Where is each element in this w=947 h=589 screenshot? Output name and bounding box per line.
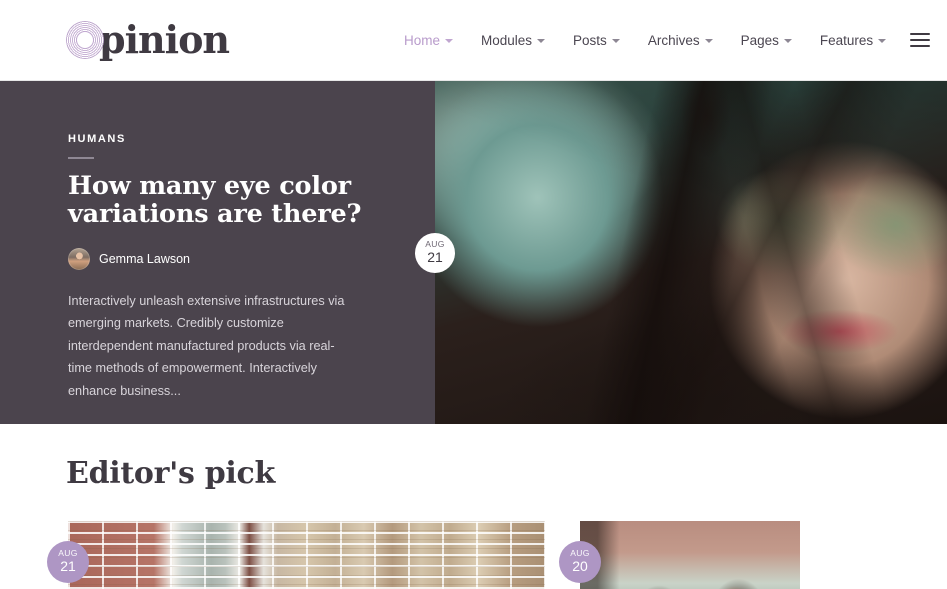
main-navigation: Home Modules Posts Archives Pages Featur… (390, 33, 931, 48)
logo-rings-icon (66, 21, 104, 59)
hero-divider (68, 157, 94, 159)
logo-text: pinion (99, 17, 230, 62)
card-thumbnail-image[interactable] (68, 521, 545, 589)
hamburger-bar (910, 39, 931, 41)
nav-item-home-label: Home (404, 32, 441, 48)
nav-item-archives[interactable]: Archives (634, 33, 727, 48)
hero-author-name[interactable]: Gemma Lawson (99, 252, 190, 266)
nav-item-pages[interactable]: Pages (727, 33, 806, 48)
editors-pick-card[interactable]: AUG 20 (559, 521, 800, 589)
chevron-down-icon (783, 39, 792, 43)
editors-pick-card[interactable]: AUG 21 (47, 521, 545, 589)
nav-item-modules[interactable]: Modules (467, 33, 559, 48)
author-avatar (68, 247, 90, 270)
hamburger-bar (910, 45, 931, 47)
hamburger-bar (910, 33, 931, 35)
nav-item-posts[interactable]: Posts (559, 33, 634, 48)
hero-excerpt: Interactively unleash extensive infrastr… (68, 293, 345, 399)
chevron-down-icon (611, 39, 620, 43)
card-date-month: AUG (570, 548, 590, 558)
card-date-badge[interactable]: AUG 21 (47, 541, 89, 583)
section-title: Editor's pick (66, 456, 275, 491)
hero-date-month: AUG (425, 239, 445, 249)
editors-pick-card-list: AUG 21 AUG 20 (47, 521, 947, 589)
nav-item-features-label: Features (819, 32, 874, 48)
card-date-badge[interactable]: AUG 20 (559, 541, 601, 583)
editors-pick-section: Editor's pick AUG 21 AUG 20 (0, 456, 947, 589)
hero-featured-post: HUMANS How many eye color variations are… (0, 81, 947, 424)
card-thumbnail-image[interactable] (580, 521, 800, 589)
site-header: pinion Home Modules Posts Archives Pages… (0, 0, 947, 81)
hero-text-panel: HUMANS How many eye color variations are… (0, 81, 435, 424)
hamburger-icon[interactable] (910, 33, 931, 47)
nav-item-modules-label: Modules (481, 32, 533, 48)
hero-image[interactable] (435, 81, 947, 424)
hero-title[interactable]: How many eye color variations are there? (68, 172, 368, 229)
chevron-down-icon (445, 39, 454, 43)
hero-category[interactable]: HUMANS (68, 133, 375, 145)
hero-date-badge[interactable]: AUG 21 (415, 233, 455, 273)
hero-date-day: 21 (427, 248, 443, 265)
card-date-day: 21 (60, 557, 76, 574)
nav-item-posts-label: Posts (573, 32, 607, 48)
nav-item-home[interactable]: Home (390, 33, 467, 48)
card-date-month: AUG (58, 548, 78, 558)
nav-item-pages-label: Pages (740, 32, 779, 48)
chevron-down-icon (704, 39, 713, 43)
hero-byline: Gemma Lawson (68, 247, 375, 270)
nav-item-features[interactable]: Features (806, 33, 900, 48)
chevron-down-icon (878, 39, 887, 43)
chevron-down-icon (537, 39, 546, 43)
card-date-day: 20 (572, 557, 588, 574)
nav-item-archives-label: Archives (647, 32, 700, 48)
site-logo[interactable]: pinion (66, 17, 230, 62)
